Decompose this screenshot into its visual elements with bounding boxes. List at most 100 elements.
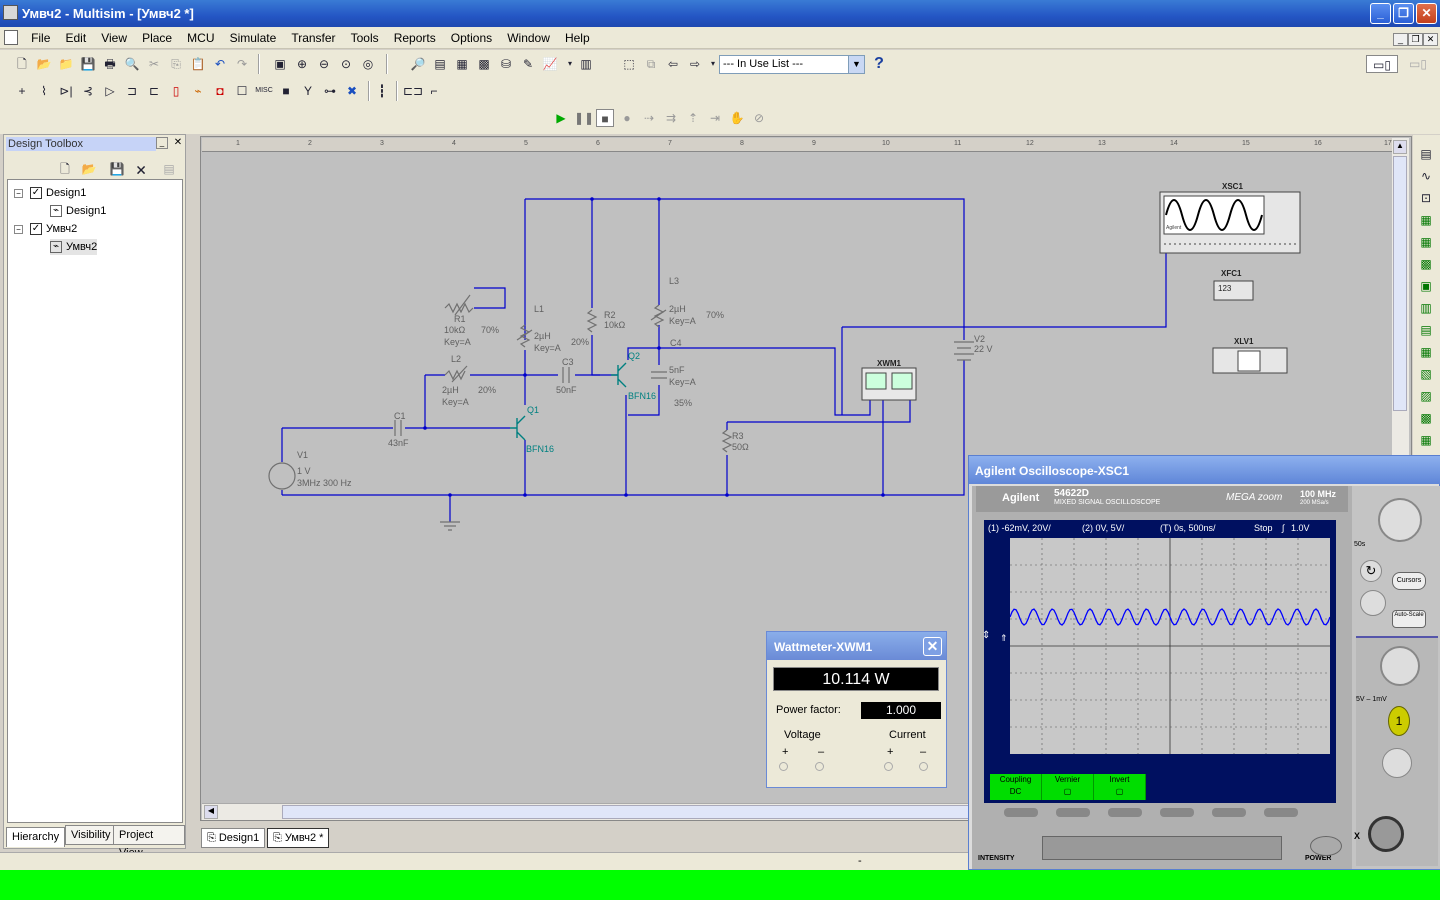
l2-key: Key=A xyxy=(442,397,469,407)
multimeter-icon[interactable]: ▤ xyxy=(1417,145,1435,163)
oscilloscope-panel: Agilent 54622D MIXED SIGNAL OSCILLOSCOPE… xyxy=(972,486,1440,869)
softkey-button-6[interactable] xyxy=(1264,808,1298,817)
timebase-knob[interactable] xyxy=(1378,498,1422,542)
softkey-invert[interactable]: Invert ▢ xyxy=(1094,774,1146,800)
v1-frequency: 3MHz 300 Hz xyxy=(297,478,352,488)
q2-symbol[interactable] xyxy=(611,362,627,388)
run-state: Stop xyxy=(1254,523,1273,533)
bnc-connector[interactable] xyxy=(1368,816,1404,852)
tab-umvch2[interactable]: ⎘ Умвч2 * xyxy=(267,828,330,848)
trigger-level: 1.0V xyxy=(1291,523,1310,533)
junction-dot xyxy=(590,197,594,201)
voltage-plus-label: + xyxy=(782,746,789,758)
c1-value: 43nF xyxy=(388,438,409,448)
oscilloscope-icon[interactable]: ▦ xyxy=(1417,211,1435,229)
logic-converter-icon[interactable]: ▦ xyxy=(1417,343,1435,361)
r2-label: R2 xyxy=(604,310,616,320)
network-analyzer-icon[interactable]: ▦ xyxy=(1417,431,1435,449)
softkey-button-4[interactable] xyxy=(1160,808,1194,817)
junction-dot xyxy=(725,493,729,497)
frequency-counter-icon[interactable]: ▣ xyxy=(1417,277,1435,295)
voltage-label: Voltage xyxy=(784,729,821,741)
scroll-left-icon[interactable]: ◀ xyxy=(204,805,218,819)
intensity-label: INTENSITY xyxy=(978,855,1015,862)
xwm1-instrument[interactable]: XWM1 xyxy=(861,359,917,401)
cursors-label: Cursors xyxy=(1396,577,1422,584)
q1-model: BFN16 xyxy=(526,444,554,454)
r1-symbol[interactable] xyxy=(444,302,474,314)
xfc1-instrument[interactable]: XFC1 123 xyxy=(1213,269,1254,301)
xlv1-instrument[interactable]: XLV1 xyxy=(1212,337,1288,374)
r2-value: 10kΩ xyxy=(604,320,626,330)
xfc1-display: 123 xyxy=(1218,284,1232,293)
wattmeter-reading: 10.114 W xyxy=(773,667,939,691)
ground-symbol xyxy=(440,521,460,531)
wire xyxy=(525,198,965,340)
current-minus-terminal[interactable] xyxy=(919,762,928,771)
wattmeter-title: Wattmeter-XWM1 xyxy=(774,640,873,654)
cursors-button[interactable]: Cursors xyxy=(1392,572,1426,590)
junction-dot xyxy=(624,493,628,497)
distortion-analyzer-icon[interactable]: ▨ xyxy=(1417,387,1435,405)
v2-symbol[interactable] xyxy=(954,341,974,361)
junction-dot xyxy=(523,373,527,377)
wire xyxy=(591,335,618,376)
channel1-button[interactable]: 1 xyxy=(1388,706,1410,736)
junction-dot xyxy=(423,426,427,430)
c1-label: C1 xyxy=(394,411,406,421)
q1-label: Q1 xyxy=(527,405,539,415)
tab-design1[interactable]: ⎘ Design1 xyxy=(201,828,266,848)
r3-symbol[interactable] xyxy=(721,429,733,453)
softkey-button-1[interactable] xyxy=(1004,808,1038,817)
q1-symbol[interactable] xyxy=(510,415,526,441)
l3-key: Key=A xyxy=(669,316,696,326)
oscilloscope-title-bar[interactable]: Agilent Oscilloscope-XSC1 xyxy=(969,456,1440,484)
logic-analyzer-icon[interactable]: ▤ xyxy=(1417,321,1435,339)
offset-knob[interactable] xyxy=(1382,748,1412,778)
softkey-button-5[interactable] xyxy=(1212,808,1246,817)
xwm1-gauge-i xyxy=(891,372,913,390)
power-button[interactable] xyxy=(1310,836,1342,856)
xsc1-instrument[interactable]: XSC1 Agilent xyxy=(1159,182,1301,254)
voltage-minus-label: – xyxy=(818,746,825,758)
scroll-thumb[interactable] xyxy=(1393,156,1407,411)
softkey-button-2[interactable] xyxy=(1056,808,1090,817)
xwm1-label: XWM1 xyxy=(877,359,902,368)
voltage-plus-terminal[interactable] xyxy=(779,762,788,771)
bode-plotter-icon[interactable]: ▩ xyxy=(1417,255,1435,273)
wattmeter-icon[interactable]: ⊡ xyxy=(1417,189,1435,207)
ch1-marker-icon: ⇕ xyxy=(982,630,991,641)
r1-percent: 70% xyxy=(481,325,499,335)
c3-label: C3 xyxy=(562,357,574,367)
position-knob[interactable] xyxy=(1360,590,1386,616)
function-generator-icon[interactable]: ∿ xyxy=(1417,167,1435,185)
power-factor-label: Power factor: xyxy=(776,704,841,716)
word-generator-icon[interactable]: ▥ xyxy=(1417,299,1435,317)
l3-percent: 70% xyxy=(706,310,724,320)
wattmeter-close-button[interactable]: ✕ xyxy=(923,637,942,656)
scroll-up-icon[interactable]: ▲ xyxy=(1393,140,1407,154)
four-channel-oscilloscope-icon[interactable]: ▦ xyxy=(1417,233,1435,251)
r2-symbol[interactable] xyxy=(586,309,598,333)
tab-label: Design1 xyxy=(218,832,260,844)
volts-div-knob[interactable] xyxy=(1380,646,1420,686)
voltage-minus-terminal[interactable] xyxy=(815,762,824,771)
softkey-coupling[interactable]: Coupling DC xyxy=(990,774,1042,800)
c4-symbol[interactable] xyxy=(651,371,667,379)
current-plus-terminal[interactable] xyxy=(884,762,893,771)
c3-symbol[interactable] xyxy=(562,367,570,383)
wattmeter-title-bar[interactable]: Wattmeter-XWM1 ✕ xyxy=(767,632,946,660)
junction-dot xyxy=(657,197,661,201)
softkey-vernier[interactable]: Vernier ▢ xyxy=(1042,774,1094,800)
waveform-grid xyxy=(1010,538,1330,754)
iv-analyzer-icon[interactable]: ▧ xyxy=(1417,365,1435,383)
v1-symbol[interactable] xyxy=(268,462,296,490)
bandwidth-label: 100 MHz xyxy=(1300,489,1337,499)
schematic-icon: ⎘ xyxy=(273,832,285,844)
autoscale-button[interactable]: Auto-Scale xyxy=(1392,610,1426,628)
c1-symbol[interactable] xyxy=(394,420,402,436)
spectrum-analyzer-icon[interactable]: ▩ xyxy=(1417,409,1435,427)
refresh-icon[interactable]: ↻ xyxy=(1360,560,1382,582)
channel1-label: 1 xyxy=(1395,714,1403,728)
softkey-button-3[interactable] xyxy=(1108,808,1142,817)
